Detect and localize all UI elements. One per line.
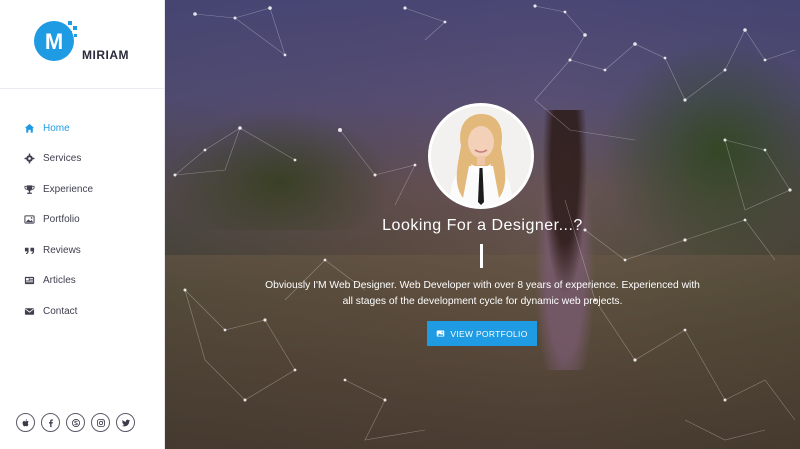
nav-item-portfolio[interactable]: Portfolio: [0, 205, 165, 236]
nav-item-label: Portfolio: [43, 214, 80, 226]
svg-text:M: M: [45, 29, 63, 54]
typing-cursor: [480, 244, 483, 268]
image-icon: [24, 214, 35, 225]
image-icon: [437, 330, 445, 337]
instagram-icon[interactable]: [91, 413, 110, 432]
page: M MIRIAM Home Services Experience Portfo…: [0, 0, 800, 449]
brand-name: MIRIAM: [82, 48, 129, 62]
nav-item-services[interactable]: Services: [0, 144, 165, 175]
profile-avatar: [428, 103, 534, 209]
envelope-icon: [24, 306, 35, 317]
trophy-icon: [24, 184, 35, 195]
nav-item-label: Articles: [43, 275, 76, 287]
hero-section: Looking For a Designer...? Obviously I'M…: [165, 0, 800, 449]
nav-item-experience[interactable]: Experience: [0, 174, 165, 205]
view-portfolio-label: VIEW PORTFOLIO: [450, 328, 528, 339]
nav-item-home[interactable]: Home: [0, 113, 165, 144]
main-nav: Home Services Experience Portfolio Revie…: [0, 113, 165, 327]
nav-item-label: Services: [43, 153, 82, 165]
skype-icon[interactable]: [66, 413, 85, 432]
nav-item-articles[interactable]: Articles: [0, 266, 165, 297]
twitter-icon[interactable]: [116, 413, 135, 432]
nav-item-contact[interactable]: Contact: [0, 296, 165, 327]
gear-icon: [24, 153, 35, 164]
apple-icon[interactable]: [16, 413, 35, 432]
quote-icon: [24, 245, 35, 256]
nav-item-reviews[interactable]: Reviews: [0, 235, 165, 266]
social-links: [16, 413, 135, 432]
hero-headline: Looking For a Designer...?: [382, 217, 583, 234]
view-portfolio-button[interactable]: VIEW PORTFOLIO: [427, 321, 537, 346]
nav-item-label: Experience: [43, 183, 94, 195]
article-icon: [24, 275, 35, 286]
sidebar: M MIRIAM Home Services Experience Portfo…: [0, 0, 165, 449]
facebook-icon[interactable]: [41, 413, 60, 432]
nav-item-label: Reviews: [43, 244, 81, 256]
brand: M MIRIAM: [0, 0, 164, 89]
home-icon: [24, 123, 35, 134]
nav-item-label: Contact: [43, 305, 78, 317]
logo-icon[interactable]: M: [34, 17, 80, 63]
hero-description: Obviously I'M Web Designer. Web Develope…: [265, 280, 700, 307]
nav-item-label: Home: [43, 122, 70, 134]
